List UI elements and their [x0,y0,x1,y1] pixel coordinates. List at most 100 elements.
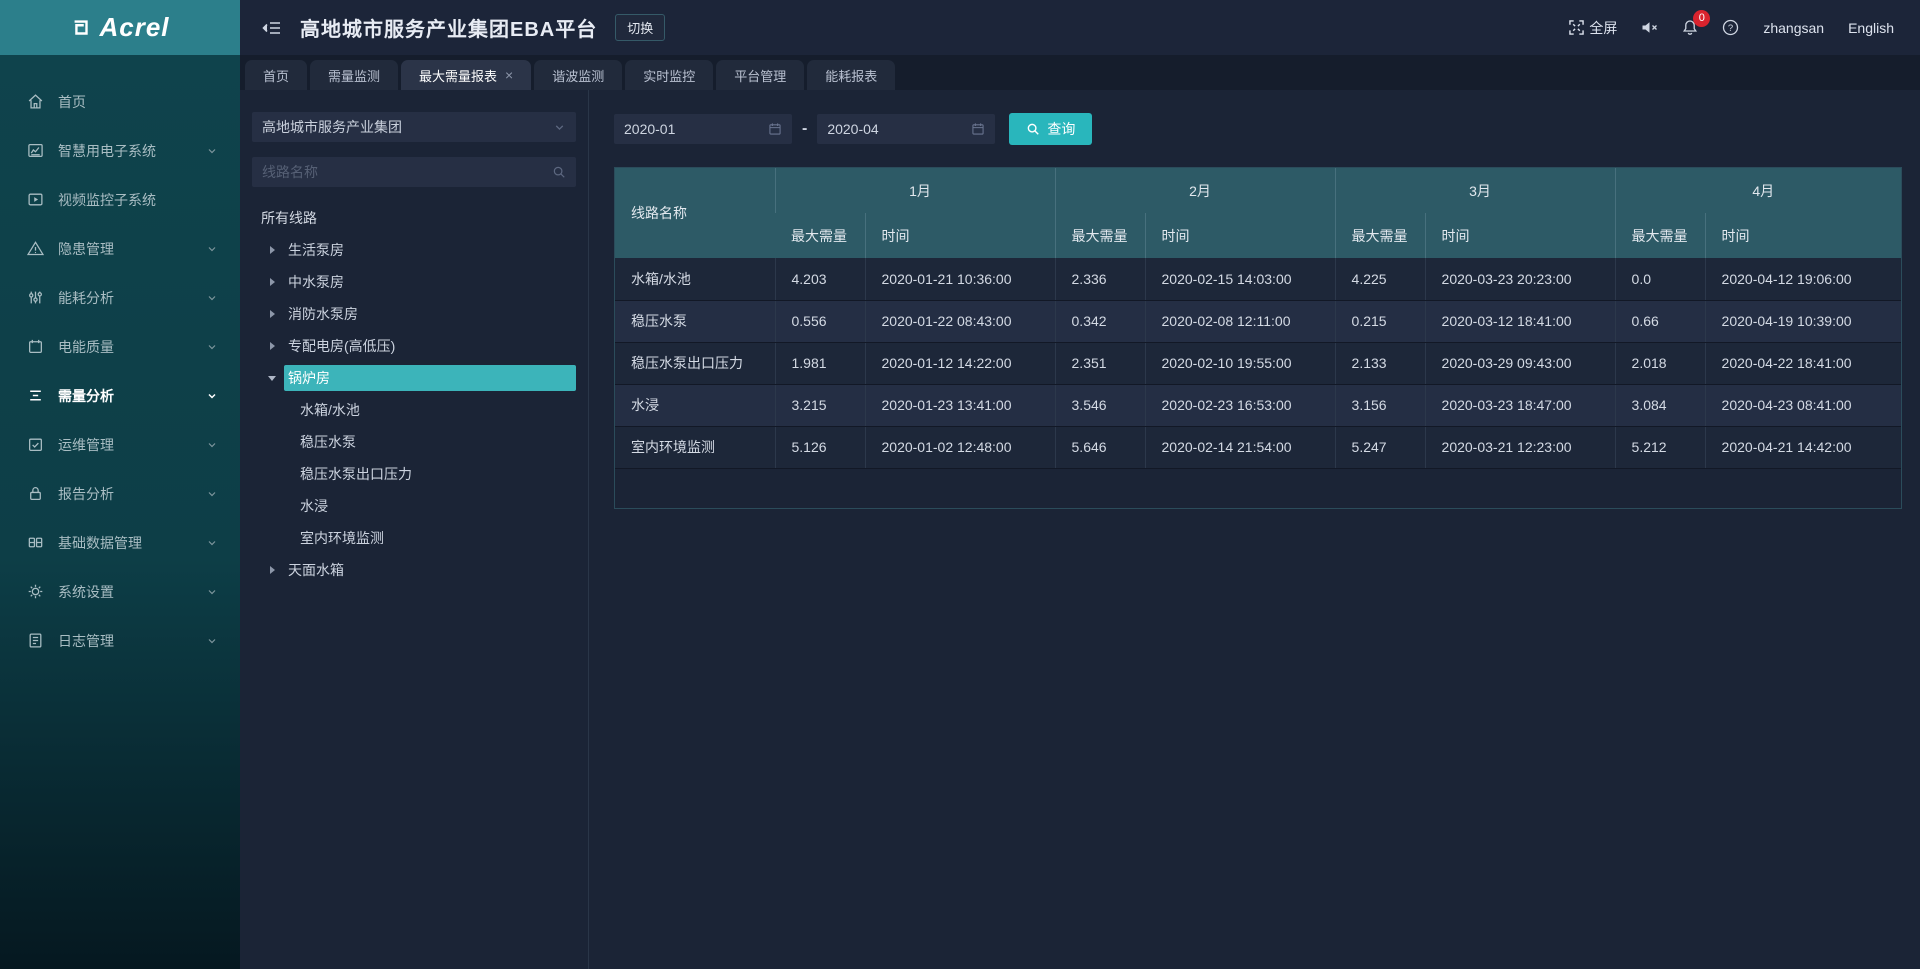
tree-item[interactable]: 锅炉房 [252,362,576,394]
end-date-input[interactable]: 2020-04 [817,114,995,144]
tree-item[interactable]: 稳压水泵出口压力 [252,458,576,490]
start-date-value: 2020-01 [624,121,675,137]
tab-4[interactable]: 谐波监测 [534,60,622,90]
caret-right-icon[interactable] [264,246,280,254]
sidebar-item-energy-analysis[interactable]: 能耗分析 [0,273,240,322]
tree-item-label: 中水泵房 [284,269,576,295]
sidebar-item-report-analysis[interactable]: 报告分析 [0,469,240,518]
tree-item[interactable]: 室内环境监测 [252,522,576,554]
tab-bar: 首页 需量监测 最大需量报表 × 谐波监测 实时监控 平台管理能耗报表 [240,55,1920,90]
cell-time: 2020-04-23 08:41:00 [1705,384,1901,426]
column-header-month: 3月 [1335,168,1615,213]
line-search-input[interactable]: 线路名称 [252,157,576,187]
sidebar-item-video-monitor[interactable]: 视频监控子系统 [0,175,240,224]
grid-icon [27,534,44,551]
tab-6[interactable]: 平台管理 [716,60,804,90]
fullscreen-button[interactable]: 全屏 [1569,18,1617,38]
sidebar-item-system-settings[interactable]: 系统设置 [0,567,240,616]
cell-max-demand: 2.336 [1055,258,1145,300]
column-header-max-demand: 最大需量 [775,213,865,258]
username[interactable]: zhangsan [1763,20,1824,36]
column-header-month: 1月 [775,168,1055,213]
tree-item[interactable]: 天面水箱 [252,554,576,586]
sidebar-item-log-mgmt[interactable]: 日志管理 [0,616,240,665]
query-button-label: 查询 [1047,119,1075,139]
tab-label: 首页 [263,66,289,85]
tree-item[interactable]: 专配电房(高低压) [252,330,576,362]
tree-item[interactable]: 水浸 [252,490,576,522]
sidebar-item-hazard-mgmt[interactable]: 隐患管理 [0,224,240,273]
notifications-button[interactable]: 0 [1682,19,1698,36]
cell-time: 2020-04-21 14:42:00 [1705,426,1901,468]
tab-label: 最大需量报表 [419,66,497,85]
sidebar-item-basic-data[interactable]: 基础数据管理 [0,518,240,567]
language-switch[interactable]: English [1848,20,1894,36]
ops-icon [27,436,44,453]
calendar-icon [971,122,985,136]
tab-label: 实时监控 [643,66,695,85]
column-header-max-demand: 最大需量 [1335,213,1425,258]
cell-max-demand: 0.66 [1615,300,1705,342]
sidebar-item-power-quality[interactable]: 电能质量 [0,322,240,371]
tab-7[interactable]: 能耗报表 [807,60,895,90]
tree-item[interactable]: 生活泵房 [252,234,576,266]
help-button[interactable]: ? [1722,19,1739,36]
query-button[interactable]: 查询 [1009,113,1092,145]
caret-down-icon[interactable] [264,376,280,381]
tree-root-all-lines[interactable]: 所有线路 [252,202,576,234]
tab-3[interactable]: 最大需量报表 × [401,60,531,90]
tree-item[interactable]: 水箱/水池 [252,394,576,426]
switch-button[interactable]: 切换 [615,14,665,41]
chevron-down-icon [206,292,218,304]
help-icon: ? [1722,19,1739,36]
caret-right-icon[interactable] [264,310,280,318]
cell-max-demand: 3.156 [1335,384,1425,426]
tree-item[interactable]: 消防水泵房 [252,298,576,330]
acrel-logo-icon [70,17,92,39]
org-select[interactable]: 高地城市服务产业集团 [252,112,576,142]
chevron-down-icon [206,243,218,255]
sidebar-item-demand-analysis[interactable]: 需量分析 [0,371,240,420]
sidebar-item-ops-mgmt[interactable]: 运维管理 [0,420,240,469]
search-icon [552,165,566,179]
tree-item-label: 生活泵房 [284,237,576,263]
caret-right-icon[interactable] [264,566,280,574]
tree-item-label: 消防水泵房 [284,301,576,327]
tree-item-label: 天面水箱 [284,557,576,583]
cell-time: 2020-01-23 13:41:00 [865,384,1055,426]
cell-line-name: 稳压水泵出口压力 [615,342,775,384]
fullscreen-label: 全屏 [1589,18,1617,38]
tab-5[interactable]: 实时监控 [625,60,713,90]
caret-right-icon[interactable] [264,342,280,350]
sliders-icon [27,289,44,306]
header-actions: 全屏 0 ? [1569,18,1894,38]
sidebar-collapse-icon[interactable] [262,19,282,37]
tab-close-icon[interactable]: × [505,68,513,82]
date-range-separator: - [802,120,807,138]
cell-max-demand: 2.351 [1055,342,1145,384]
cell-max-demand: 5.212 [1615,426,1705,468]
chevron-down-icon [206,390,218,402]
top-header: Acrel 高地城市服务产业集团EBA平台 切换 全屏 [0,0,1920,55]
mute-button[interactable] [1641,20,1658,35]
tab-2[interactable]: 需量监测 [310,60,398,90]
tree-item[interactable]: 中水泵房 [252,266,576,298]
sidebar-item-home[interactable]: 首页 [0,77,240,126]
sidebar-item-smart-power[interactable]: 智慧用电子系统 [0,126,240,175]
column-header-month: 4月 [1615,168,1901,213]
header-main: 高地城市服务产业集团EBA平台 切换 全屏 [240,0,1920,55]
max-demand-table: 线路名称1月2月3月4月最大需量时间最大需量时间最大需量时间最大需量时间 水箱/… [615,168,1901,469]
cell-max-demand: 5.126 [775,426,865,468]
cell-time: 2020-03-21 12:23:00 [1425,426,1615,468]
caret-right-icon[interactable] [264,278,280,286]
search-icon [1026,122,1040,136]
chevron-down-icon [206,145,218,157]
cell-time: 2020-03-12 18:41:00 [1425,300,1615,342]
tab-1[interactable]: 首页 [245,60,307,90]
cell-line-name: 水箱/水池 [615,258,775,300]
start-date-input[interactable]: 2020-01 [614,114,792,144]
cell-max-demand: 0.342 [1055,300,1145,342]
tree-item[interactable]: 稳压水泵 [252,426,576,458]
speaker-muted-icon [1641,20,1658,35]
tree-item-label: 专配电房(高低压) [284,333,576,359]
